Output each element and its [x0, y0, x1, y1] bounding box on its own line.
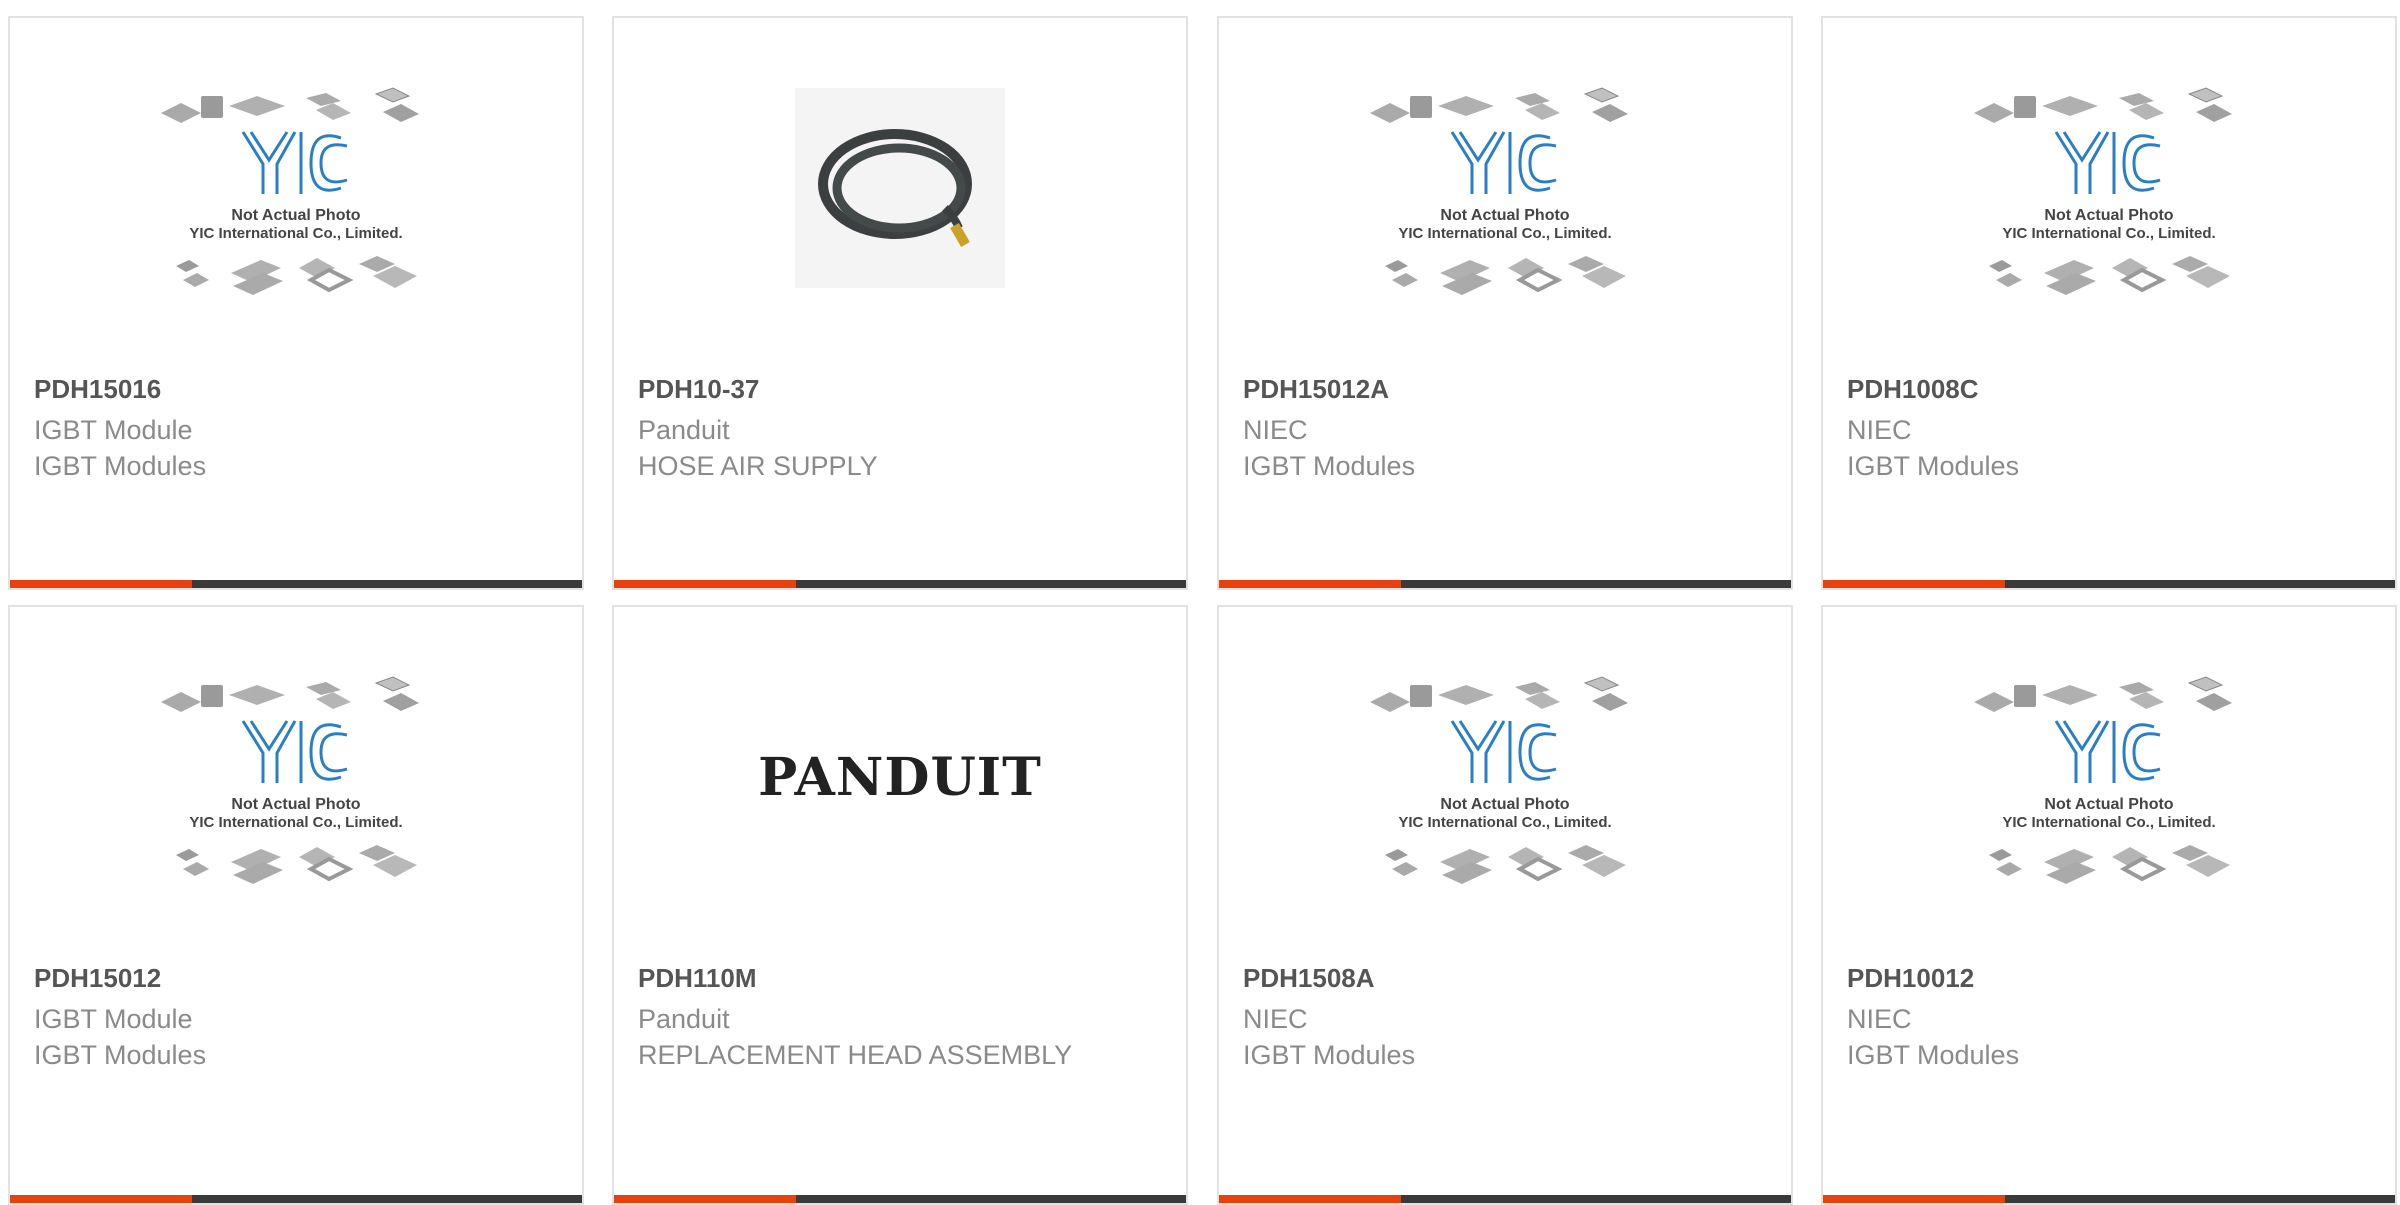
manufacturer: NIEC — [1243, 415, 1308, 445]
product-image[interactable] — [614, 18, 1186, 358]
manufacturer: IGBT Module — [34, 1004, 193, 1034]
part-number[interactable]: PDH10-37 — [638, 374, 759, 405]
part-number[interactable]: PDH15012 — [34, 963, 161, 994]
card-underline — [10, 580, 582, 588]
not-actual-photo-placeholder — [161, 675, 421, 886]
not-actual-photo-placeholder — [1974, 86, 2234, 297]
card-underline — [1823, 580, 2395, 588]
product-image[interactable] — [10, 18, 582, 358]
description: IGBT Modules — [1243, 451, 1416, 481]
card-underline — [1823, 1195, 2395, 1203]
card-underline — [1219, 1195, 1791, 1203]
manufacturer: NIEC — [1847, 415, 1912, 445]
manufacturer: Panduit — [638, 415, 730, 445]
card-underline — [1219, 580, 1791, 588]
manufacturer: IGBT Module — [34, 415, 193, 445]
description: IGBT Modules — [34, 451, 207, 481]
product-card[interactable]: PDH1008C NIEC IGBT Modules — [1821, 16, 2397, 590]
part-number[interactable]: PDH1008C — [1847, 374, 1979, 405]
product-card[interactable]: PDH15012 IGBT Module IGBT Modules — [8, 605, 584, 1205]
air-hose-photo — [795, 88, 1005, 288]
part-number[interactable]: PDH15012A — [1243, 374, 1389, 405]
card-underline — [10, 1195, 582, 1203]
description: IGBT Modules — [1243, 1040, 1416, 1070]
not-actual-photo-placeholder — [1370, 675, 1630, 886]
description: IGBT Modules — [34, 1040, 207, 1070]
product-image[interactable]: PANDUIT — [614, 607, 1186, 947]
not-actual-photo-placeholder — [1974, 675, 2234, 886]
product-card[interactable]: PANDUIT PDH110M Panduit REPLACEMENT HEAD … — [612, 605, 1188, 1205]
product-image[interactable] — [10, 607, 582, 947]
not-actual-photo-placeholder — [1370, 86, 1630, 297]
card-underline — [614, 1195, 1186, 1203]
manufacturer: NIEC — [1847, 1004, 1912, 1034]
part-number[interactable]: PDH110M — [638, 963, 757, 994]
product-card[interactable]: PDH10-37 Panduit HOSE AIR SUPPLY — [612, 16, 1188, 590]
product-image[interactable] — [1823, 18, 2395, 358]
product-grid: PDH15016 IGBT Module IGBT Modules PDH10-… — [0, 0, 2400, 1205]
description: HOSE AIR SUPPLY — [638, 451, 878, 481]
description: IGBT Modules — [1847, 451, 2020, 481]
product-card[interactable]: PDH15016 IGBT Module IGBT Modules — [8, 16, 584, 590]
product-card[interactable]: PDH15012A NIEC IGBT Modules — [1217, 16, 1793, 590]
manufacturer: Panduit — [638, 1004, 730, 1034]
product-card[interactable]: PDH10012 NIEC IGBT Modules — [1821, 605, 2397, 1205]
part-number[interactable]: PDH1508A — [1243, 963, 1375, 994]
product-image[interactable] — [1219, 18, 1791, 358]
not-actual-photo-placeholder — [161, 86, 421, 297]
part-number[interactable]: PDH10012 — [1847, 963, 1974, 994]
product-image[interactable] — [1219, 607, 1791, 947]
manufacturer: NIEC — [1243, 1004, 1308, 1034]
description: REPLACEMENT HEAD ASSEMBLY — [638, 1040, 1073, 1070]
product-card[interactable]: PDH1508A NIEC IGBT Modules — [1217, 605, 1793, 1205]
card-underline — [614, 580, 1186, 588]
product-image[interactable] — [1823, 607, 2395, 947]
part-number[interactable]: PDH15016 — [34, 374, 161, 405]
panduit-logo: PANDUIT — [758, 746, 1042, 808]
description: IGBT Modules — [1847, 1040, 2020, 1070]
